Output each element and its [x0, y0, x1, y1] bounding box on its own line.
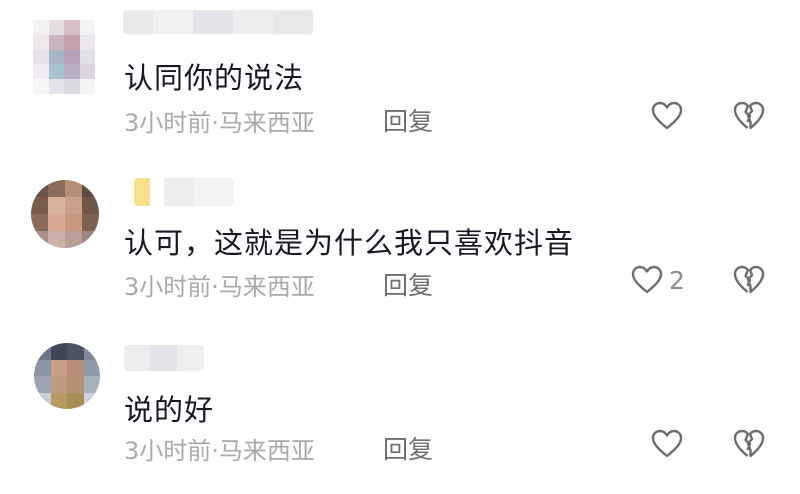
- avatar[interactable]: [34, 343, 100, 409]
- avatar[interactable]: [33, 20, 95, 94]
- avatar[interactable]: [31, 180, 99, 248]
- heart-outline-icon: [651, 429, 683, 458]
- username-blurred[interactable]: [124, 345, 204, 371]
- comment-item: 认可，这就是为什么我只喜欢抖音 3小时前·马来西亚 回复 2: [0, 160, 800, 325]
- comment-text: 认可，这就是为什么我只喜欢抖音: [124, 226, 575, 260]
- comment-text: 说的好: [124, 393, 215, 427]
- comment-time: 3小时前: [124, 437, 212, 465]
- reply-button[interactable]: 回复: [383, 102, 433, 138]
- reply-button[interactable]: 回复: [383, 266, 433, 302]
- dislike-button[interactable]: [733, 429, 765, 459]
- reply-button[interactable]: 回复: [383, 430, 433, 466]
- comment-item: 认同你的说法 3小时前·马来西亚 回复: [0, 0, 800, 160]
- dislike-button[interactable]: [733, 265, 765, 295]
- meta-separator: ·: [211, 109, 219, 137]
- comment-text: 认同你的说法: [124, 61, 305, 95]
- broken-heart-icon: [733, 429, 765, 458]
- broken-heart-icon: [733, 265, 765, 294]
- comment-meta: 3小时前·马来西亚: [124, 431, 315, 466]
- comment-time: 3小时前: [124, 109, 212, 137]
- comment-location: 马来西亚: [218, 437, 315, 465]
- comment-meta: 3小时前·马来西亚: [124, 267, 315, 302]
- like-button[interactable]: [651, 101, 683, 131]
- comment-location: 马来西亚: [218, 109, 315, 137]
- comment-time: 3小时前: [124, 273, 212, 301]
- heart-outline-icon: [651, 101, 683, 130]
- comment-meta: 3小时前·马来西亚: [124, 103, 315, 138]
- meta-separator: ·: [211, 273, 219, 301]
- comment-location: 马来西亚: [218, 273, 315, 301]
- username-blurred[interactable]: [134, 178, 234, 206]
- like-count: 2: [669, 266, 685, 295]
- broken-heart-icon: [733, 101, 765, 130]
- username-blurred[interactable]: [123, 10, 313, 34]
- like-button[interactable]: [631, 265, 663, 295]
- like-button[interactable]: [651, 429, 683, 459]
- comment-item: 说的好 3小时前·马来西亚 回复: [0, 325, 800, 494]
- dislike-button[interactable]: [733, 101, 765, 131]
- heart-outline-icon: [631, 265, 663, 294]
- meta-separator: ·: [211, 437, 219, 465]
